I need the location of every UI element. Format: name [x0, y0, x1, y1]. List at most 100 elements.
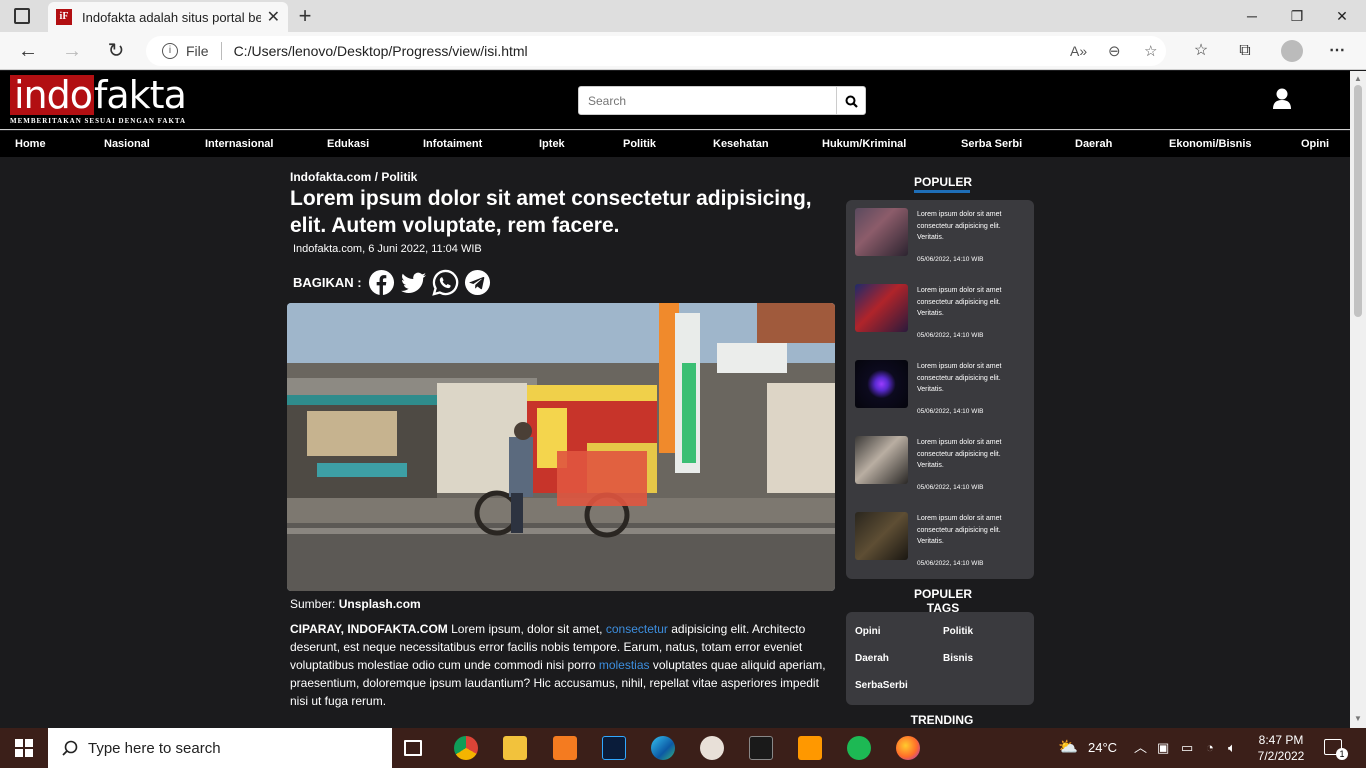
logo-tagline: MEMBERITAKAN SESUAI DENGAN FAKTA	[10, 117, 187, 125]
volume-icon[interactable]: 🔈︎	[1228, 728, 1236, 768]
twitter-icon[interactable]	[400, 269, 427, 296]
spotify-icon[interactable]	[847, 736, 871, 760]
browser-tab[interactable]: iF Indofakta adalah situs portal beri ✕	[48, 2, 288, 32]
weather-icon[interactable]: ⛅	[1058, 728, 1078, 768]
read-aloud-icon[interactable]: A»	[1070, 43, 1087, 59]
paint-icon[interactable]	[700, 736, 724, 760]
back-button[interactable]: ←	[14, 37, 42, 65]
popular-item[interactable]: Lorem ipsum dolor sit amet consectetur a…	[855, 284, 1027, 346]
popular-thumbnail	[855, 512, 908, 560]
page-scrollbar[interactable]: ▲ ▼	[1350, 71, 1366, 728]
xampp-icon[interactable]	[553, 736, 577, 760]
forward-button[interactable]: →	[58, 37, 86, 65]
nav-item-serba-serbi[interactable]: Serba Serbi	[961, 131, 1022, 157]
article-lead: CIPARAY, INDOFAKTA.COM	[290, 622, 448, 636]
breadcrumb[interactable]: Indofakta.com / Politik	[290, 170, 417, 184]
popular-item[interactable]: Lorem ipsum dolor sit amet consectetur a…	[855, 436, 1027, 498]
popular-heading-text: POPULER	[914, 175, 973, 189]
tag-serbaserbi[interactable]: SerbaSerbi	[855, 680, 908, 691]
info-icon[interactable]: i	[162, 43, 178, 59]
add-favorite-icon[interactable]: ☆	[1144, 42, 1157, 60]
popular-thumbnail	[855, 284, 908, 332]
edge-icon[interactable]	[651, 736, 675, 760]
close-window-button[interactable]: ✕	[1320, 4, 1364, 28]
url-scheme-label: File	[186, 43, 209, 59]
nav-item-home[interactable]: Home	[15, 131, 46, 157]
search-icon	[62, 740, 78, 756]
clock[interactable]: 8:47 PM 7/2/2022	[1256, 732, 1306, 764]
url-field[interactable]: i File C:/Users/lenovo/Desktop/Progress/…	[146, 36, 1166, 66]
article-link-molestias[interactable]: molestias	[599, 658, 650, 672]
site-logo[interactable]: indo fakta MEMBERITAKAN SESUAI DENGAN FA…	[10, 73, 187, 127]
popular-item[interactable]: Lorem ipsum dolor sit amet consectetur a…	[855, 208, 1027, 270]
search-input[interactable]	[579, 87, 837, 114]
weather-temperature[interactable]: 24°C	[1088, 728, 1117, 768]
nav-item-hukum-kriminal[interactable]: Hukum/Kriminal	[822, 131, 906, 157]
new-tab-button[interactable]: +	[294, 2, 316, 30]
more-menu-icon[interactable]: ⋯	[1324, 38, 1350, 64]
scroll-down-icon[interactable]: ▼	[1354, 714, 1362, 723]
popular-item-date: 05/06/2022, 14:10 WIB	[917, 560, 984, 567]
tag-politik[interactable]: Politik	[943, 626, 973, 637]
tag-daerah[interactable]: Daerah	[855, 653, 889, 664]
clock-time: 8:47 PM	[1258, 733, 1304, 747]
popular-item[interactable]: Lorem ipsum dolor sit amet consectetur a…	[855, 512, 1027, 574]
nav-item-daerah[interactable]: Daerah	[1075, 131, 1112, 157]
tab-actions-icon[interactable]	[14, 8, 30, 24]
chrome-icon[interactable]	[454, 736, 478, 760]
nav-item-infotaiment[interactable]: Infotaiment	[423, 131, 482, 157]
nav-item-edukasi[interactable]: Edukasi	[327, 131, 369, 157]
minimize-button[interactable]: ─	[1230, 4, 1274, 28]
collections-icon[interactable]: ⧉	[1232, 38, 1258, 64]
search-button[interactable]	[836, 87, 865, 114]
task-view-icon[interactable]	[404, 740, 422, 756]
site-header: indo fakta MEMBERITAKAN SESUAI DENGAN FA…	[0, 71, 1350, 130]
photoshop-icon[interactable]	[602, 736, 626, 760]
zoom-icon[interactable]: ⊖	[1108, 42, 1121, 60]
facebook-icon[interactable]	[368, 269, 395, 296]
wifi-icon[interactable]: ◔	[1206, 728, 1214, 768]
start-button[interactable]	[0, 728, 48, 768]
terminal-icon[interactable]	[749, 736, 773, 760]
tag-bisnis[interactable]: Bisnis	[943, 653, 973, 664]
sublime-text-icon[interactable]	[798, 736, 822, 760]
nav-item-nasional[interactable]: Nasional	[104, 131, 150, 157]
nav-item-kesehatan[interactable]: Kesehatan	[713, 131, 769, 157]
nav-item-internasional[interactable]: Internasional	[205, 131, 273, 157]
tab-title: Indofakta adalah situs portal beri	[82, 9, 261, 25]
close-tab-icon[interactable]: ✕	[267, 7, 280, 27]
restore-button[interactable]: ❐	[1275, 4, 1319, 28]
tray-chevron-up-icon[interactable]: ︿	[1134, 728, 1147, 768]
scrollbar-thumb[interactable]	[1354, 85, 1362, 317]
taskbar-search[interactable]: Type here to search	[48, 728, 392, 768]
nav-item-iptek[interactable]: Iptek	[539, 131, 565, 157]
telegram-icon[interactable]	[464, 269, 491, 296]
firefox-icon[interactable]	[896, 736, 920, 760]
tray-app-icon[interactable]: ▣	[1157, 728, 1169, 768]
article-link-consectetur[interactable]: consectetur	[606, 622, 668, 636]
popular-heading-underline	[914, 190, 970, 193]
popular-item[interactable]: Lorem ipsum dolor sit amet consectetur a…	[855, 360, 1027, 422]
whatsapp-icon[interactable]	[431, 269, 459, 296]
profile-avatar[interactable]	[1279, 38, 1305, 64]
favorites-icon[interactable]: ☆	[1188, 38, 1214, 64]
popular-item-text: Lorem ipsum dolor sit amet consectetur a…	[917, 287, 1002, 317]
battery-icon[interactable]: ▭	[1181, 728, 1193, 768]
nav-item-ekonomi-bisnis[interactable]: Ekonomi/Bisnis	[1169, 131, 1252, 157]
popular-thumbnail	[855, 360, 908, 408]
nav-item-politik[interactable]: Politik	[623, 131, 656, 157]
source-value: Unsplash.com	[338, 597, 421, 611]
popular-heading: POPULER	[914, 175, 973, 193]
source-label: Sumber:	[290, 597, 336, 611]
popular-thumbnail	[855, 436, 908, 484]
popular-tags-heading-text: POPULER TAGS	[913, 587, 972, 615]
scroll-up-icon[interactable]: ▲	[1354, 74, 1362, 83]
article-title: Lorem ipsum dolor sit amet consectetur a…	[290, 187, 812, 237]
refresh-button[interactable]: ↻	[102, 37, 130, 65]
tag-opini[interactable]: Opini	[855, 626, 881, 637]
image-source: Sumber: Unsplash.com	[290, 597, 421, 611]
nav-item-opini[interactable]: Opini	[1301, 131, 1329, 157]
user-icon[interactable]	[1272, 88, 1292, 110]
windows-taskbar: Type here to search ⛅ 24°C ︿ ▣ ▭ ◔ 🔈︎ 8:…	[0, 728, 1366, 768]
file-explorer-icon[interactable]	[503, 736, 527, 760]
